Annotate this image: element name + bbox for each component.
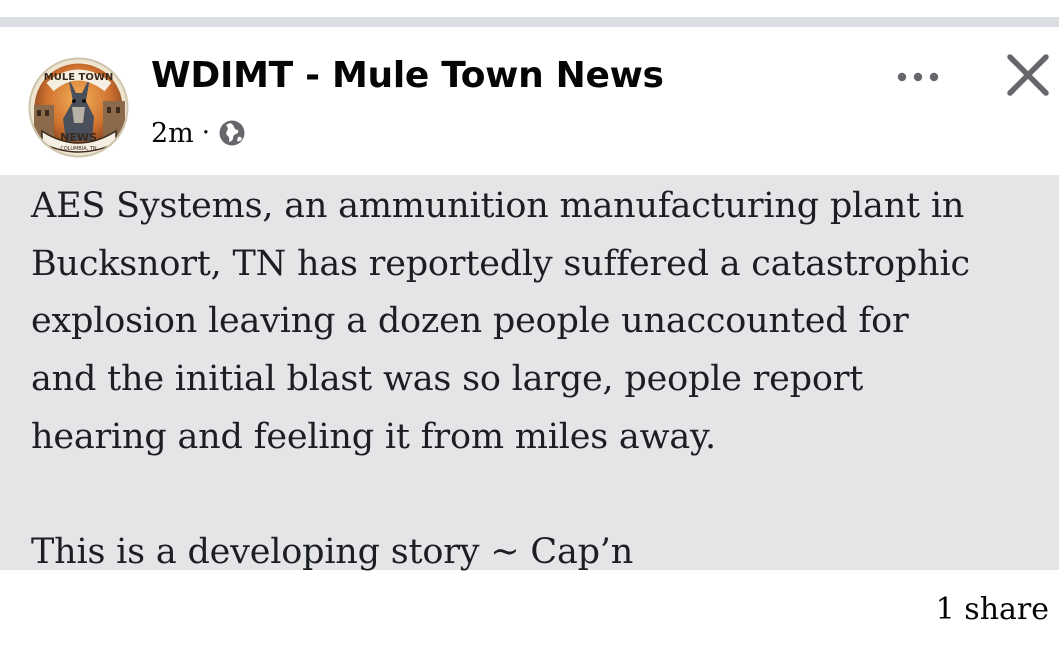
feed-divider: [0, 17, 1059, 27]
post-card: MULE TOWN NEWS COLUMBIA, TN WDIMT - Mule…: [0, 27, 1059, 650]
post-meta: 2m ·: [151, 115, 246, 151]
svg-text:MULE TOWN: MULE TOWN: [44, 72, 113, 83]
share-count-link[interactable]: 1 share: [936, 592, 1049, 627]
meta-separator: ·: [201, 118, 211, 148]
mule-town-logo: MULE TOWN NEWS COLUMBIA, TN: [28, 57, 129, 158]
svg-text:COLUMBIA, TN: COLUMBIA, TN: [60, 146, 96, 152]
more-options-button[interactable]: [890, 57, 950, 97]
post-timestamp[interactable]: 2m: [151, 118, 194, 149]
post-header: MULE TOWN NEWS COLUMBIA, TN WDIMT - Mule…: [0, 27, 1059, 175]
avatar[interactable]: MULE TOWN NEWS COLUMBIA, TN: [28, 57, 129, 158]
close-icon: [1007, 54, 1049, 96]
svg-text:NEWS: NEWS: [60, 131, 97, 144]
post-text-box: AES Systems, an ammunition manufacturing…: [0, 175, 1059, 572]
hide-post-button[interactable]: [1002, 49, 1054, 101]
page-name-link[interactable]: WDIMT - Mule Town News: [151, 55, 664, 96]
more-dots-icon: [897, 72, 939, 82]
globe-icon[interactable]: [218, 119, 246, 147]
post-message: AES Systems, an ammunition manufacturing…: [31, 186, 970, 573]
